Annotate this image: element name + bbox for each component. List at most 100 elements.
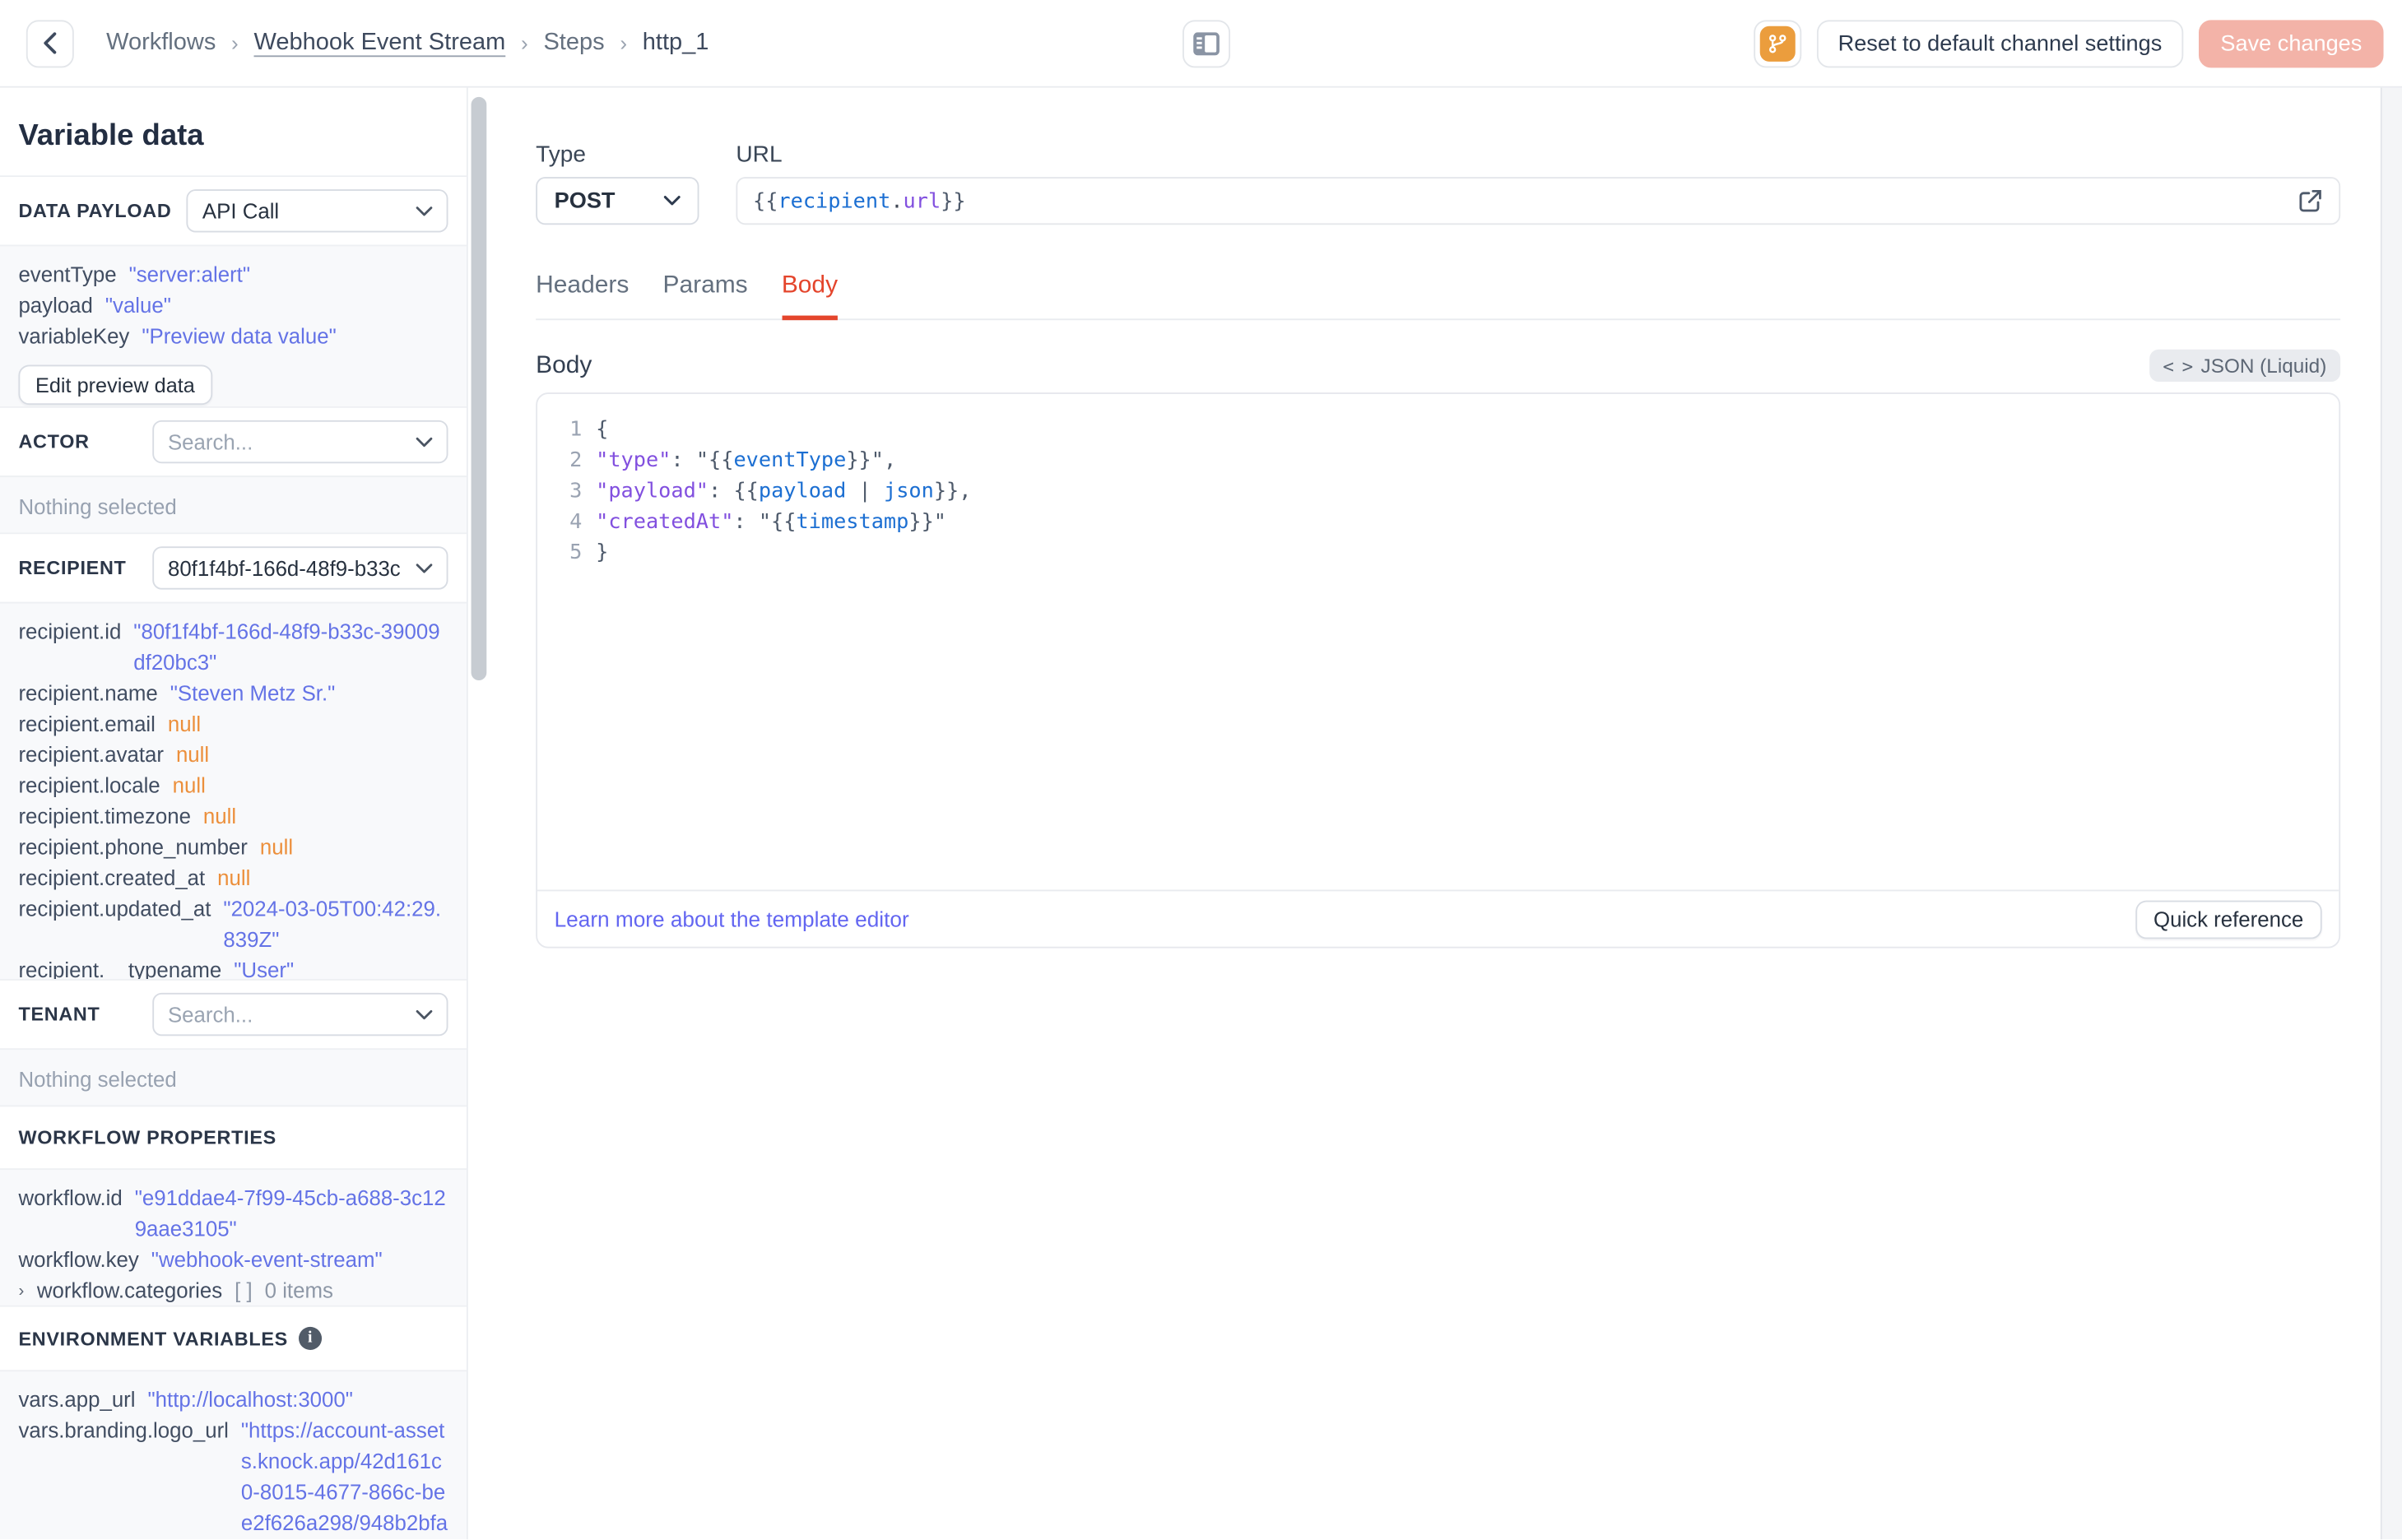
variable-value: "e91ddae4-7f99-45cb-a688-3c129aae3105" — [134, 1186, 446, 1241]
tab-headers[interactable]: Headers — [536, 272, 629, 320]
variable-row[interactable]: › workflow.categories [ ] 0 items — [18, 1276, 448, 1306]
breadcrumb: Workflows › Webhook Event Stream › Steps › htt… — [106, 30, 709, 58]
line-number: 3 — [569, 478, 583, 503]
page-scrollbar-gutter[interactable] — [2380, 87, 2402, 1539]
sidebar-toggle-button[interactable] — [1182, 20, 1231, 68]
actor-label: ACTOR — [18, 430, 90, 453]
info-icon[interactable]: i — [299, 1326, 323, 1351]
variable-value: null — [217, 866, 251, 890]
variable-data-sidebar: Variable data DATA PAYLOAD API Call even… — [0, 87, 468, 1539]
tenant-row: TENANT Search... — [0, 980, 467, 1049]
variable-value: null — [175, 743, 210, 767]
breadcrumb-item-steps[interactable]: Steps — [543, 30, 604, 58]
breadcrumb-item-webhook-event-stream[interactable]: Webhook Event Stream — [254, 30, 506, 58]
method-select[interactable]: POST — [536, 177, 699, 225]
line-number: 1 — [569, 417, 583, 443]
url-input[interactable]: {{recipient.url}} — [736, 177, 2341, 225]
code-token: json — [883, 478, 934, 503]
body-section-title: Body — [536, 351, 592, 378]
variable-value: "User" — [234, 958, 295, 981]
code-token: : "{{ — [671, 448, 734, 473]
environment-variables-title: ENVIRONMENT VARIABLES — [18, 1327, 288, 1350]
variable-key: recipient.id — [18, 620, 122, 644]
variable-value: "Steven Metz Sr." — [170, 681, 336, 705]
breadcrumb-item-workflows[interactable]: Workflows — [106, 30, 216, 58]
variable-value: "webhook-event-stream" — [151, 1248, 383, 1272]
chevron-down-icon — [416, 1009, 433, 1019]
tab-body[interactable]: Body — [781, 272, 839, 321]
tenant-select[interactable]: Search... — [152, 992, 448, 1037]
code-token: : "{{ — [733, 509, 797, 535]
variable-row: vars.app_url "http://localhost:3000" — [18, 1385, 448, 1416]
variable-value: "http://localhost:3000" — [147, 1388, 353, 1412]
top-bar: Workflows › Webhook Event Stream › Steps › htt… — [0, 0, 2402, 88]
top-actions: Reset to default channel settings Save c… — [1753, 20, 2384, 68]
variable-key: recipient.__typename — [18, 958, 222, 981]
code-token: . — [890, 188, 904, 214]
actor-empty-panel: Nothing selected — [0, 475, 467, 535]
chevron-right-icon[interactable]: › — [18, 1276, 36, 1306]
variable-key: recipient.name — [18, 681, 158, 705]
variable-key: recipient.created_at — [18, 866, 206, 890]
variable-value: "value" — [105, 294, 171, 318]
code-line: 4 "createdAt": "{{timestamp}}" — [537, 507, 2339, 537]
variable-key: variableKey — [18, 324, 130, 348]
chevron-down-icon — [416, 563, 433, 573]
request-tabs: Headers Params Body — [536, 272, 2341, 321]
code-editor-area[interactable]: 1{2 "type": "{{eventType}}", 3 "payload": {… — [537, 394, 2339, 890]
commit-changes-button[interactable] — [1753, 20, 1801, 68]
actor-empty-note: Nothing selected — [18, 495, 177, 519]
recipient-label: RECIPIENT — [18, 557, 127, 579]
data-payload-selected-value: API Call — [202, 199, 280, 223]
variable-key: recipient.avatar — [18, 743, 164, 767]
variable-key: vars.branding.logo_url — [18, 1419, 229, 1443]
code-content: "payload": {{payload | json}}, — [596, 475, 971, 506]
variable-value: "server:alert" — [128, 262, 251, 287]
git-branch-icon — [1759, 26, 1796, 62]
workflow-properties-heading: WORKFLOW PROPERTIES — [0, 1106, 467, 1169]
tenant-label: TENANT — [18, 1003, 100, 1026]
variable-row: recipient.timezone null — [18, 802, 448, 833]
code-line: 1{ — [537, 414, 2339, 444]
sidebar-scrollbar[interactable] — [467, 87, 491, 1539]
variable-value: "https://account-assets.knock.app/42d161… — [240, 1419, 448, 1535]
workflow-properties-title: WORKFLOW PROPERTIES — [18, 1126, 276, 1148]
actor-row: ACTOR Search... — [0, 407, 467, 476]
environment-variables-panel: vars.app_url "http://localhost:3000" vars.… — [0, 1370, 467, 1539]
line-number: 5 — [569, 540, 583, 565]
code-line: 5} — [537, 537, 2339, 568]
recipient-select[interactable]: 80f1f4bf-166d-48f9-b33c — [152, 546, 448, 590]
external-link-icon[interactable] — [2297, 188, 2324, 214]
variable-row: recipient.id "80f1f4bf-166d-48f9-b33c-390… — [18, 617, 448, 679]
code-line: 3 "payload": {{payload | json}}, — [537, 475, 2339, 506]
payload-preview-panel: eventType "server:alert" payload "value" var… — [0, 244, 467, 408]
environment-variables-heading: ENVIRONMENT VARIABLES i — [0, 1306, 467, 1371]
variable-row: recipient.locale null — [18, 771, 448, 801]
tenant-empty-note: Nothing selected — [18, 1068, 177, 1092]
scrollbar-thumb[interactable] — [471, 96, 487, 681]
tenant-empty-panel: Nothing selected — [0, 1048, 467, 1107]
edit-preview-data-button[interactable]: Edit preview data — [18, 364, 212, 406]
quick-reference-button[interactable]: Quick reference — [2135, 899, 2322, 939]
reset-channel-settings-button[interactable]: Reset to default channel settings — [1816, 20, 2184, 68]
variable-key: recipient.phone_number — [18, 836, 248, 860]
variable-row: payload "value" — [18, 291, 448, 322]
code-token: payload — [758, 478, 847, 503]
code-token: "type" — [596, 448, 671, 473]
tab-params[interactable]: Params — [663, 272, 748, 320]
chevron-left-icon — [44, 32, 57, 54]
code-token: {{ — [752, 188, 778, 214]
template-editor-docs-link[interactable]: Learn more about the template editor — [555, 907, 909, 931]
actor-select[interactable]: Search... — [152, 420, 448, 464]
code-token: { — [596, 417, 609, 443]
language-badge-label: JSON (Liquid) — [2200, 354, 2327, 378]
code-token: "payload" — [596, 478, 709, 503]
variable-key: workflow.key — [18, 1248, 139, 1272]
data-payload-select[interactable]: API Call — [187, 189, 448, 233]
data-payload-row: DATA PAYLOAD API Call — [0, 177, 467, 245]
back-button[interactable] — [26, 19, 74, 67]
variable-value: null — [202, 805, 237, 828]
app-window: Workflows › Webhook Event Stream › Steps › htt… — [0, 0, 2402, 1540]
code-token: : {{ — [709, 478, 759, 503]
save-changes-button[interactable]: Save changes — [2199, 20, 2384, 68]
